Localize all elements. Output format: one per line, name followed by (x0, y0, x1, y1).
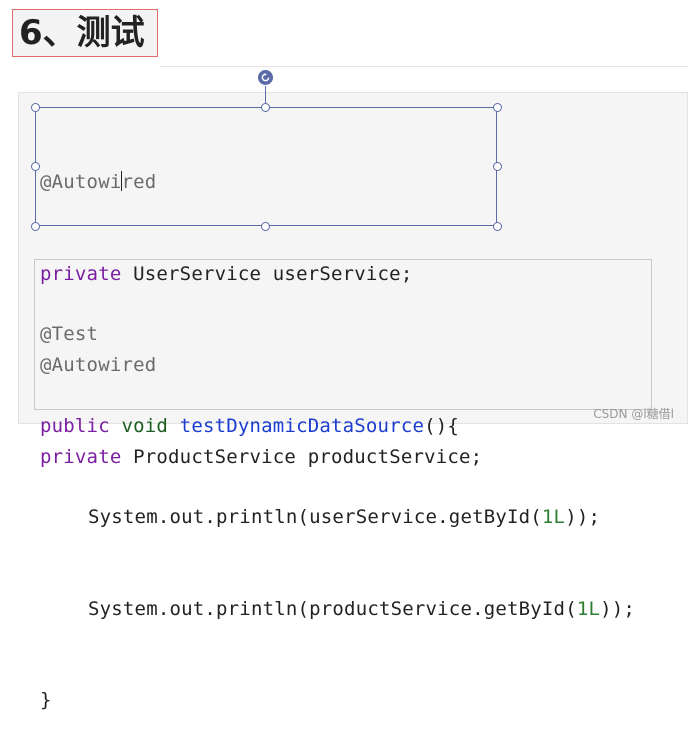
resize-handle-top-right[interactable] (492, 102, 502, 112)
resize-handle-right[interactable] (492, 162, 502, 171)
closing-brace: } (40, 689, 52, 711)
resize-handle-top[interactable] (261, 102, 270, 112)
annotation-token: @Test (40, 323, 99, 345)
section-heading: 6、测试 (19, 13, 145, 53)
code-line[interactable]: System.out.println(productService.getByI… (40, 594, 635, 625)
heading-divider (160, 66, 688, 67)
statement-token: System.out.println(userService.getById( (88, 506, 542, 528)
method-name-token: testDynamicDataSource (179, 414, 425, 437)
rotate-stem (265, 86, 266, 103)
resize-handle-bottom-right[interactable] (492, 221, 502, 231)
return-type-token: void (121, 414, 169, 437)
number-literal: 1L (576, 597, 601, 620)
resize-handle-bottom-left[interactable] (30, 221, 40, 231)
code-line[interactable]: System.out.println(userService.getById(1… (40, 502, 635, 533)
code-block-test[interactable]: @Test public void testDynamicDataSource(… (40, 258, 635, 746)
number-literal: 1L (541, 506, 566, 528)
code-line[interactable]: } (40, 685, 635, 716)
resize-handle-bottom[interactable] (261, 221, 270, 231)
section-heading-box: 6、测试 (12, 9, 158, 57)
resize-handle-left[interactable] (30, 162, 40, 171)
resize-handle-top-left[interactable] (30, 102, 40, 112)
keyword-token: public (40, 414, 110, 437)
code-line[interactable]: public void testDynamicDataSource(){ (40, 411, 635, 442)
statement-token: System.out.println(productService.getByI… (88, 597, 577, 620)
statement-token: )); (565, 506, 601, 528)
watermark: CSDN @l糖借l (593, 407, 674, 421)
code-line[interactable]: @Test (40, 319, 635, 350)
params-token: (){ (424, 414, 460, 437)
statement-token: )); (600, 597, 636, 620)
rotate-icon[interactable] (258, 70, 273, 85)
selection-frame[interactable] (35, 107, 497, 226)
